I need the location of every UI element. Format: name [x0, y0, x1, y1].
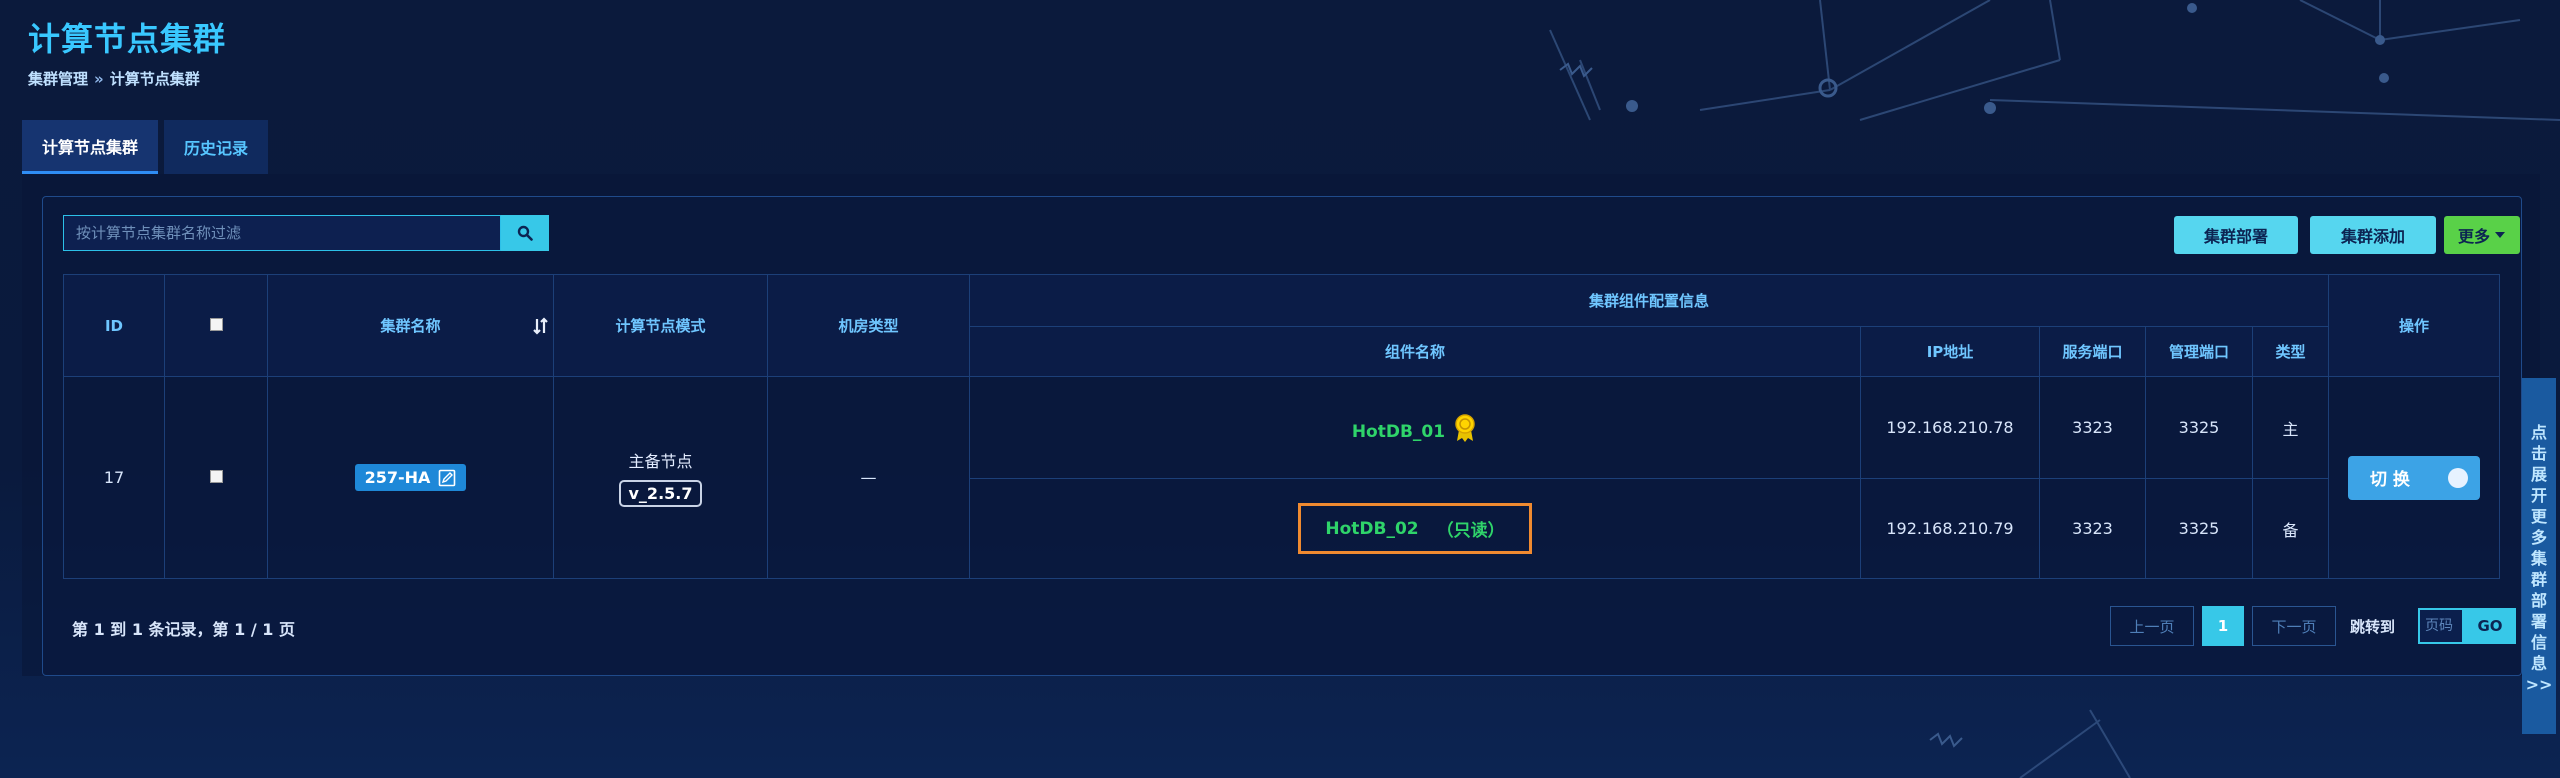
search-button[interactable] — [501, 215, 549, 251]
medal-icon — [1455, 413, 1475, 442]
switch-button-label: 切 换 — [2370, 470, 2410, 490]
readonly-tag: （只读） — [1436, 521, 1505, 541]
header-config-group: 集群组件配置信息 — [969, 274, 2329, 327]
cell-ip: 192.168.210.78 — [1860, 376, 2040, 479]
page-number-current[interactable]: 1 — [2202, 606, 2244, 646]
side-tab-char: 息 — [2530, 654, 2547, 673]
edit-icon[interactable] — [438, 469, 456, 487]
component-name-link: HotDB_02 — [1325, 518, 1419, 539]
tab-bar: 计算节点集群 历史记录 — [22, 120, 269, 174]
page: 计算节点集群 集群管理 » 计算节点集群 计算节点集群 历史记录 集群部署 集群添加… — [0, 0, 2560, 778]
tab-compute-node-cluster[interactable]: 计算节点集群 — [22, 120, 159, 174]
header-component-name: 组件名称 — [969, 326, 1861, 377]
cluster-name-tag[interactable]: 257-HA — [354, 464, 467, 491]
side-tab-char: 点 — [2530, 423, 2547, 442]
side-tab-char: 集 — [2530, 549, 2547, 568]
side-tab-char: 开 — [2530, 486, 2547, 505]
tab-history[interactable]: 历史记录 — [164, 120, 269, 174]
header-service-port: 服务端口 — [2039, 326, 2146, 377]
version-badge: v_2.5.7 — [618, 480, 703, 507]
cell-component-name: HotDB_01 — [969, 376, 1861, 479]
cell-select — [164, 376, 268, 579]
cell-id: 17 — [63, 376, 165, 579]
search-icon — [517, 225, 533, 241]
cell-type: 备 — [2252, 478, 2329, 579]
next-page-button[interactable]: 下一页 — [2252, 606, 2336, 646]
switch-button[interactable]: 切 换 — [2348, 455, 2480, 500]
page-number-input[interactable] — [2418, 608, 2464, 644]
cell-mode: 主备节点 v_2.5.7 — [553, 376, 768, 579]
cluster-add-button[interactable]: 集群添加 — [2310, 216, 2436, 254]
side-tab-char: 更 — [2530, 507, 2547, 526]
header-ip: IP地址 — [1860, 326, 2040, 377]
cell-room-type: — — [767, 376, 970, 579]
header-cluster-name[interactable]: 集群名称 — [267, 274, 554, 377]
cell-type: 主 — [2252, 376, 2329, 479]
go-button[interactable]: GO — [2464, 608, 2516, 644]
cell-manage-port: 3325 — [2145, 376, 2253, 479]
select-all-checkbox[interactable] — [209, 317, 223, 331]
side-tab-char: 部 — [2530, 591, 2547, 610]
row-checkbox[interactable] — [209, 470, 223, 483]
cluster-table: ID 集群名称 计算节点模式 机房类型 集群组件配置信息 操作 组件名称 IP地… — [63, 274, 2500, 579]
side-tab-arrow: >> — [2525, 675, 2553, 694]
header-type: 类型 — [2252, 326, 2329, 377]
search-input[interactable] — [63, 215, 501, 251]
header-action: 操作 — [2328, 274, 2500, 377]
more-button-label: 更多 — [2457, 227, 2490, 246]
side-tab-char: 信 — [2530, 633, 2547, 652]
cell-manage-port: 3325 — [2145, 478, 2253, 579]
cell-cluster-name: 257-HA — [267, 376, 554, 579]
mode-text: 主备节点 — [628, 452, 693, 471]
cell-service-port: 3323 — [2039, 376, 2146, 479]
cell-action: 切 换 — [2328, 376, 2500, 579]
side-tab-char: 多 — [2530, 528, 2547, 547]
more-dropdown-button[interactable]: 更多 — [2444, 216, 2520, 254]
header-cluster-name-label: 集群名称 — [380, 317, 441, 335]
side-tab-char: 署 — [2530, 612, 2547, 631]
sort-icon[interactable] — [533, 316, 549, 335]
toggle-knob-icon — [2448, 467, 2468, 488]
expand-deploy-info-tab[interactable]: 点 击 展 开 更 多 集 群 部 署 信 息 >> — [2522, 378, 2556, 734]
header-select-all — [164, 274, 268, 377]
side-tab-char: 展 — [2530, 465, 2547, 484]
breadcrumb-current: 计算节点集群 — [109, 70, 200, 88]
records-summary: 第 1 到 1 条记录，第 1 / 1 页 — [72, 620, 295, 639]
component-readonly-highlight[interactable]: HotDB_02 （只读） — [1298, 503, 1532, 554]
cluster-deploy-button[interactable]: 集群部署 — [2174, 216, 2298, 254]
table-row: 17 257-HA 主备节点 v_2.5.7 — HotDB_01 192.16… — [63, 376, 2500, 579]
side-tab-char: 击 — [2530, 444, 2547, 463]
jump-to-label: 跳转到 — [2350, 618, 2396, 636]
header-room-type: 机房类型 — [767, 274, 970, 377]
cell-service-port: 3323 — [2039, 478, 2146, 579]
cell-ip: 192.168.210.79 — [1860, 478, 2040, 579]
breadcrumb-parent-link[interactable]: 集群管理 — [28, 70, 88, 88]
cluster-name-label: 257-HA — [364, 468, 431, 487]
header-mode: 计算节点模式 — [553, 274, 768, 377]
cell-component-name: HotDB_02 （只读） — [969, 478, 1861, 579]
caret-down-icon — [2495, 232, 2505, 238]
side-tab-char: 群 — [2530, 570, 2547, 589]
breadcrumb: 集群管理 » 计算节点集群 — [28, 68, 200, 89]
page-title: 计算节点集群 — [28, 20, 227, 58]
header-manage-port: 管理端口 — [2145, 326, 2253, 377]
component-name-link[interactable]: HotDB_01 — [1352, 422, 1445, 442]
prev-page-button[interactable]: 上一页 — [2110, 606, 2194, 646]
breadcrumb-separator: » — [94, 70, 104, 88]
header-id: ID — [63, 274, 165, 377]
